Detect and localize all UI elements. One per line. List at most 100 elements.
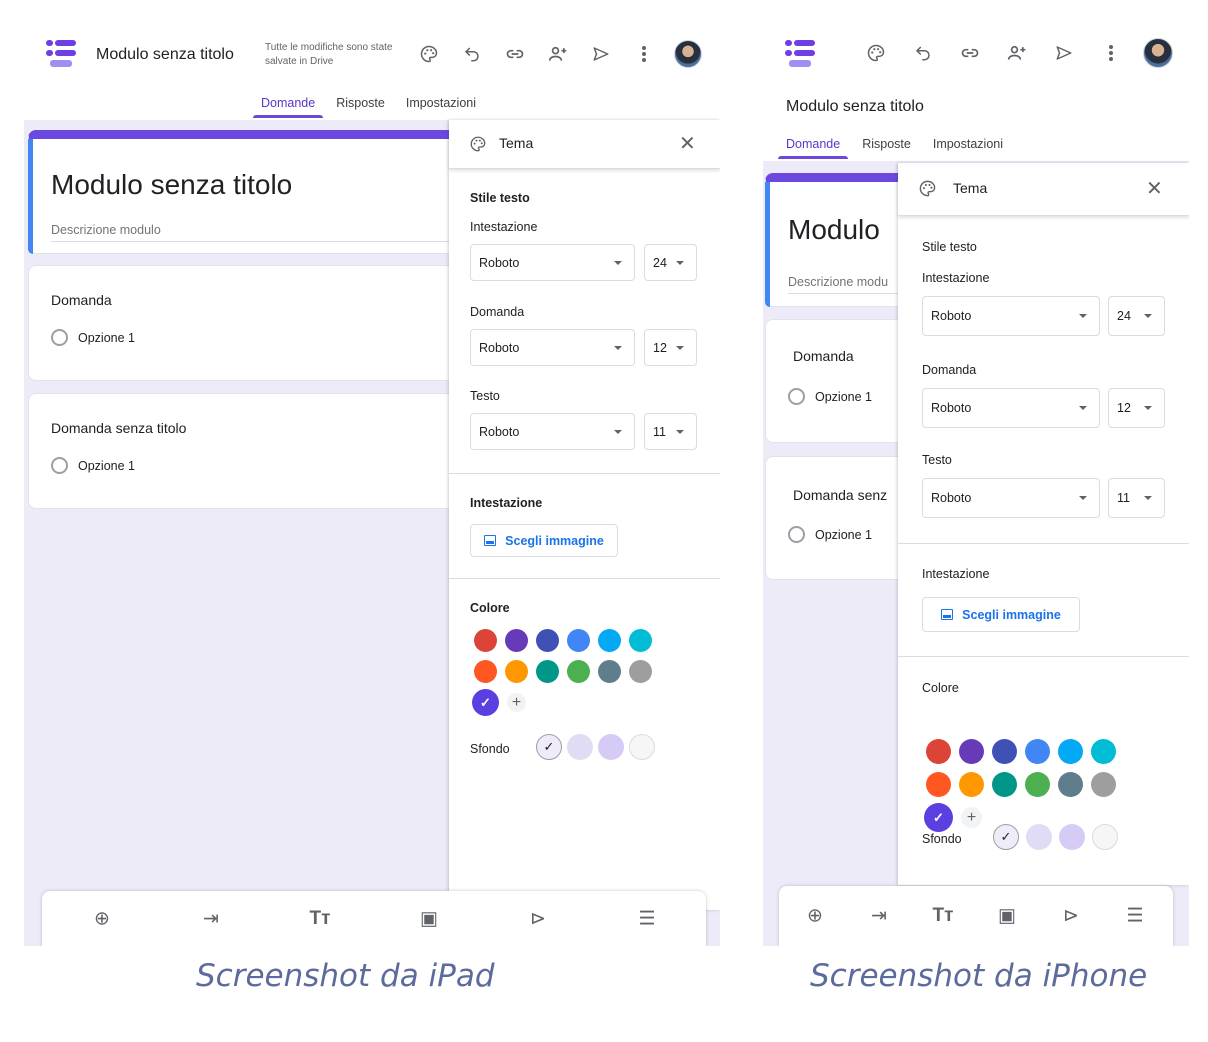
add-image-icon[interactable]: ▣	[420, 908, 438, 931]
radio-icon[interactable]	[51, 329, 68, 346]
add-video-icon[interactable]: ⊳	[530, 908, 546, 931]
color-swatch[interactable]	[567, 660, 590, 683]
color-swatch[interactable]	[536, 629, 559, 652]
palette-icon[interactable]	[417, 42, 441, 66]
undo-icon[interactable]	[911, 41, 935, 65]
color-swatch[interactable]	[474, 629, 497, 652]
question-title[interactable]: Domanda	[793, 348, 854, 364]
question-font-select[interactable]: Roboto	[922, 388, 1100, 428]
color-swatch[interactable]	[1025, 772, 1050, 797]
add-question-icon[interactable]: ⊕	[94, 908, 110, 931]
selected-color-swatch[interactable]: ✓	[924, 803, 953, 832]
add-title-icon[interactable]: Tт	[933, 905, 954, 927]
choose-image-button[interactable]: Scegli immagine	[922, 597, 1080, 632]
header-size-select[interactable]: 24	[1108, 296, 1165, 336]
import-questions-icon[interactable]: ⇥	[203, 908, 219, 931]
tab-settings[interactable]: Impostazioni	[406, 96, 476, 118]
send-icon[interactable]	[589, 42, 613, 66]
selected-background-swatch[interactable]: ✓	[993, 824, 1019, 850]
form-title[interactable]: Modulo	[788, 214, 880, 246]
color-swatch[interactable]	[959, 772, 984, 797]
option-row[interactable]: Opzione 1	[788, 526, 872, 543]
close-icon[interactable]: ✕	[1146, 176, 1163, 201]
background-swatch[interactable]	[598, 734, 624, 760]
color-swatch[interactable]	[1058, 739, 1083, 764]
add-video-icon[interactable]: ⊳	[1063, 905, 1079, 928]
header-font-select[interactable]: Roboto	[470, 244, 635, 281]
undo-icon[interactable]	[460, 42, 484, 66]
close-icon[interactable]: ✕	[679, 131, 696, 156]
tab-responses[interactable]: Risposte	[336, 96, 385, 118]
import-questions-icon[interactable]: ⇥	[871, 905, 887, 928]
add-section-icon[interactable]: ☰	[1126, 905, 1143, 928]
text-size-select[interactable]: 11	[1108, 478, 1165, 518]
header-size-select[interactable]: 24	[644, 244, 697, 281]
question-card[interactable]: Domanda senza titolo Opzione 1	[28, 393, 488, 509]
avatar[interactable]	[1143, 38, 1173, 68]
form-title[interactable]: Modulo senza titolo	[51, 169, 292, 201]
color-swatch[interactable]	[629, 629, 652, 652]
question-title[interactable]: Domanda senza titolo	[51, 420, 186, 436]
palette-icon[interactable]	[864, 41, 888, 65]
color-swatch[interactable]	[959, 739, 984, 764]
option-row[interactable]: Opzione 1	[51, 329, 135, 346]
add-section-icon[interactable]: ☰	[638, 908, 655, 931]
color-swatch[interactable]	[567, 629, 590, 652]
color-swatch[interactable]	[536, 660, 559, 683]
add-question-icon[interactable]: ⊕	[807, 905, 823, 928]
link-icon[interactable]	[958, 41, 982, 65]
tab-settings[interactable]: Impostazioni	[933, 137, 1003, 159]
radio-icon[interactable]	[51, 457, 68, 474]
question-card[interactable]: Domanda Opzione 1	[28, 265, 488, 381]
question-title[interactable]: Domanda senz	[793, 487, 887, 503]
question-size-select[interactable]: 12	[1108, 388, 1165, 428]
question-title[interactable]: Domanda	[51, 292, 112, 308]
forms-logo-icon[interactable]	[785, 39, 815, 69]
doc-title[interactable]: Modulo senza titolo	[96, 46, 234, 64]
color-swatch[interactable]	[1025, 739, 1050, 764]
form-description[interactable]: Descrizione modulo	[51, 223, 471, 242]
send-icon[interactable]	[1052, 41, 1076, 65]
background-swatch[interactable]	[1026, 824, 1052, 850]
question-font-select[interactable]: Roboto	[470, 329, 635, 366]
option-row[interactable]: Opzione 1	[788, 388, 872, 405]
tab-questions[interactable]: Domande	[777, 137, 849, 159]
color-swatch[interactable]	[505, 660, 528, 683]
add-color-icon[interactable]: +	[507, 693, 526, 712]
add-collaborator-icon[interactable]	[1005, 41, 1029, 65]
background-swatch[interactable]	[1092, 824, 1118, 850]
color-swatch[interactable]	[926, 772, 951, 797]
color-swatch[interactable]	[1091, 739, 1116, 764]
add-collaborator-icon[interactable]	[546, 42, 570, 66]
color-swatch[interactable]	[1058, 772, 1083, 797]
header-font-select[interactable]: Roboto	[922, 296, 1100, 336]
selected-background-swatch[interactable]: ✓	[536, 734, 562, 760]
background-swatch[interactable]	[1059, 824, 1085, 850]
forms-logo-icon[interactable]	[46, 39, 76, 69]
color-swatch[interactable]	[598, 629, 621, 652]
add-title-icon[interactable]: Tт	[310, 908, 331, 930]
color-swatch[interactable]	[474, 660, 497, 683]
add-image-icon[interactable]: ▣	[998, 905, 1016, 928]
more-vert-icon[interactable]	[1099, 41, 1123, 65]
tab-questions[interactable]: Domande	[252, 96, 324, 118]
selected-color-swatch[interactable]: ✓	[472, 689, 499, 716]
link-icon[interactable]	[503, 42, 527, 66]
color-swatch[interactable]	[992, 739, 1017, 764]
color-swatch[interactable]	[629, 660, 652, 683]
question-size-select[interactable]: 12	[644, 329, 697, 366]
color-swatch[interactable]	[992, 772, 1017, 797]
background-swatch[interactable]	[567, 734, 593, 760]
radio-icon[interactable]	[788, 526, 805, 543]
avatar[interactable]	[674, 40, 702, 68]
text-font-select[interactable]: Roboto	[922, 478, 1100, 518]
text-font-select[interactable]: Roboto	[470, 413, 635, 450]
radio-icon[interactable]	[788, 388, 805, 405]
tab-responses[interactable]: Risposte	[862, 137, 911, 159]
more-vert-icon[interactable]	[632, 42, 656, 66]
add-color-icon[interactable]: +	[961, 807, 982, 828]
title-card[interactable]: Modulo senza titolo Descrizione modulo	[28, 130, 488, 254]
color-swatch[interactable]	[598, 660, 621, 683]
color-swatch[interactable]	[926, 739, 951, 764]
color-swatch[interactable]	[505, 629, 528, 652]
